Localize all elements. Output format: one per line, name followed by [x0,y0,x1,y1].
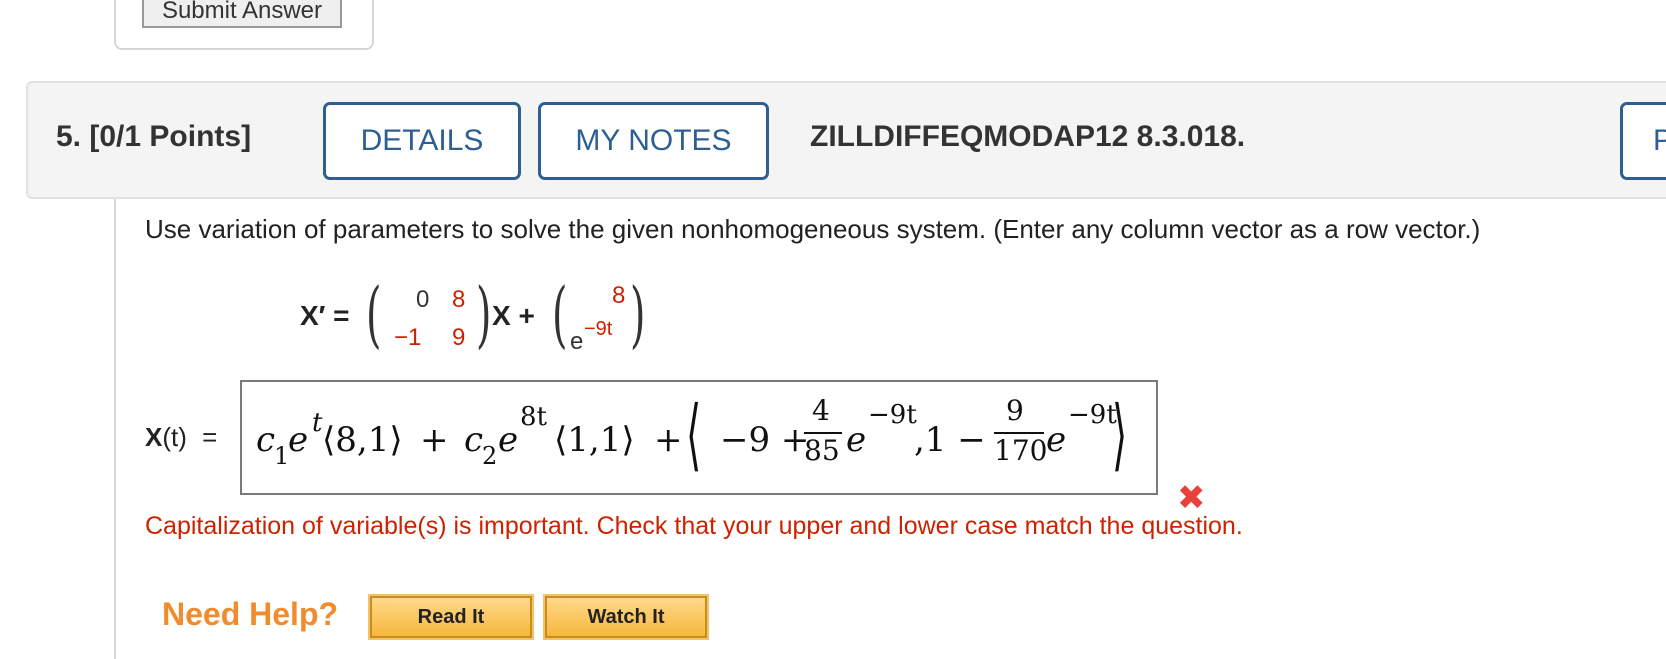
feedback-message: Capitalization of variable(s) is importa… [145,512,1243,540]
answer-frac2-den: 170 [994,434,1048,467]
answer-input[interactable]: c 1 e t ⟨8,1⟩ + c 2 e 8t ⟨1,1⟩ + ⟨ −9 + … [240,380,1158,495]
points-label: [0/1 Points] [89,120,252,153]
answer-open-bracket: ⟨ [686,390,702,480]
answer-exp3: −9t [868,400,917,430]
vector-bottom-exp: −9t [584,318,613,340]
ode-mid: X + [492,300,535,331]
answer-frac1-den: 85 [804,434,840,467]
answer-e1: e [288,420,309,460]
answer-c1: c [256,420,276,460]
answer-plus1: + [420,420,449,460]
details-button[interactable]: DETAILS [323,102,521,180]
vector-bottom-base: e [570,328,584,355]
read-it-button[interactable]: Read It [368,594,534,640]
answer-label-t: (t) [162,422,187,452]
vector-right-paren: ) [630,272,646,356]
answer-exp1: t [312,408,323,438]
watch-it-button[interactable]: Watch It [543,594,709,640]
answer-equals: = [202,422,218,452]
answer-e4: e [1046,420,1067,460]
matrix-left-paren: ( [366,272,382,356]
answer-exp4: −9t [1068,400,1117,430]
answer-plus2: + [654,420,683,460]
question-number: 5. [0/1 Points] [56,120,251,154]
answer-term1: −9 + [720,420,810,460]
question-code: ZILLDIFFEQMODAP12 8.3.018. [810,120,1246,153]
answer-vector2: ⟨1,1⟩ [554,420,635,460]
answer-close-bracket: ⟩ [1112,390,1128,480]
question-body-border [114,199,116,659]
question-number-label: 5. [56,120,82,153]
answer-label: X(t) = [145,422,217,453]
answer-e2: e [498,420,519,460]
answer-frac1-num: 4 [812,394,830,427]
vector-top: 8 [612,282,626,309]
matrix-cell-22: 9 [452,324,466,351]
header-right-button[interactable]: P [1620,102,1666,180]
answer-comma-term: ,1 − [914,420,986,460]
question-prompt: Use variation of parameters to solve the… [145,214,1481,244]
matrix-cell-12: 8 [452,286,466,313]
ode-lhs: X′ = [300,300,350,331]
answer-label-x: X [145,422,163,452]
my-notes-button[interactable]: MY NOTES [538,102,769,180]
need-help-label: Need Help? [162,596,339,632]
submit-answer-button[interactable]: Submit Answer [142,0,342,28]
answer-frac2-num: 9 [1006,394,1024,427]
answer-vector1: ⟨8,1⟩ [322,420,403,460]
answer-c1-subscript: 1 [274,442,290,470]
answer-exp2: 8t [520,402,547,432]
answer-e3: e [846,420,867,460]
ode-equation: X′ = ( 0 8 −1 9 ) X + ( 8 e −9t ) [300,272,700,356]
answer-c2: c [464,420,484,460]
vector-left-paren: ( [552,272,568,356]
matrix-cell-11: 0 [416,286,430,313]
answer-c2-subscript: 2 [482,442,498,470]
matrix-right-paren: ) [476,272,492,356]
matrix-cell-21: −1 [394,324,422,351]
